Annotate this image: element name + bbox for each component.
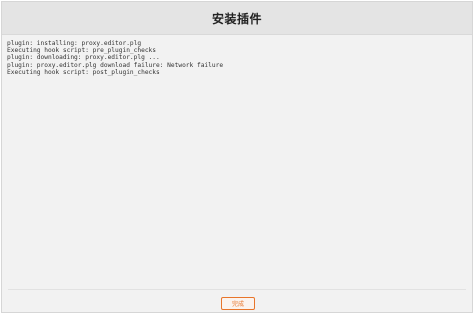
log-line: plugin: downloading: proxy.editor.plg ..… (7, 54, 160, 62)
footer-divider (8, 289, 466, 290)
finish-button[interactable]: 完成 (221, 297, 255, 310)
install-plugin-dialog: 安装插件 plugin: installing: proxy.editor.pl… (1, 1, 473, 313)
dialog-title-bar: 安装插件 (2, 2, 472, 35)
log-line: plugin: installing: proxy.editor.plg (7, 40, 142, 47)
finish-button-label: 完成 (231, 301, 244, 308)
log-line: plugin: proxy.editor.plg download failur… (7, 61, 224, 69)
log-line: Executing hook script: post_plugin_check… (7, 68, 160, 76)
log-line: Executing hook script: pre_plugin_checks (7, 47, 157, 55)
install-log: plugin: installing: proxy.editor.plg Exe… (7, 40, 467, 286)
dialog-title: 安装插件 (211, 11, 262, 26)
